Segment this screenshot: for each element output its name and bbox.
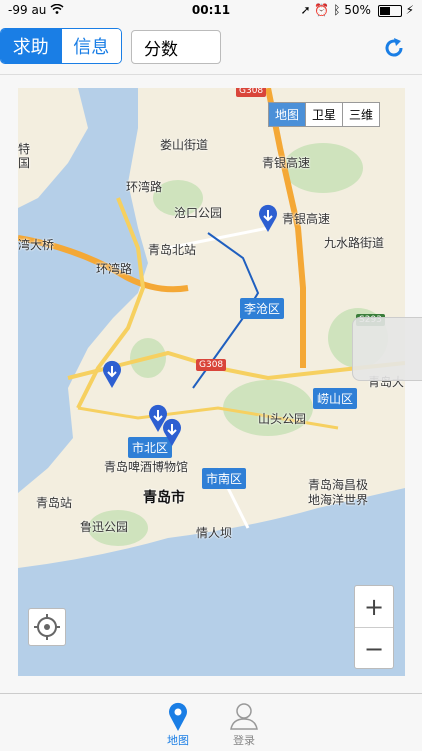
map-label: 国 bbox=[18, 156, 31, 170]
status-bar: -99 au 00:11 ➚ ⏰ ᛒ 50% ⚡ bbox=[0, 0, 422, 22]
locate-button[interactable] bbox=[28, 608, 66, 646]
battery-fill bbox=[379, 6, 390, 15]
map-type-map[interactable]: 地图 bbox=[269, 103, 306, 126]
map-label: 情人坝 bbox=[196, 526, 233, 540]
user-icon bbox=[214, 700, 274, 732]
map-type-switcher: 地图 卫星 三维 bbox=[268, 102, 381, 127]
district-label: 李沧区 bbox=[240, 298, 285, 319]
zoom-out-button[interactable]: − bbox=[355, 628, 393, 669]
map-label: 娄山街道 bbox=[160, 138, 209, 152]
district-label: 市南区 bbox=[202, 468, 247, 489]
refresh-icon[interactable] bbox=[382, 36, 406, 60]
map-pin-icon bbox=[148, 700, 208, 732]
map-label: 地海洋世界 bbox=[308, 493, 369, 507]
tab-login-label: 登录 bbox=[233, 734, 255, 747]
tab-bar: 地图 登录 bbox=[0, 693, 422, 751]
seg-help[interactable]: 求助 bbox=[1, 29, 61, 63]
seg-info[interactable]: 信息 bbox=[60, 29, 121, 63]
map-type-3d[interactable]: 三维 bbox=[342, 103, 379, 126]
charging-icon: ⚡ bbox=[405, 3, 414, 17]
location-arrow-icon: ➚ bbox=[300, 3, 311, 17]
nav-bar: 求助 信息 分数 bbox=[0, 22, 422, 75]
zoom-control: + − bbox=[354, 585, 394, 669]
score-button[interactable]: 分数 bbox=[131, 30, 221, 64]
map-label: 青岛北站 bbox=[148, 243, 197, 257]
map-label: 山头公园 bbox=[258, 412, 307, 426]
map-label: 环湾路 bbox=[96, 262, 133, 276]
map-canvas bbox=[18, 88, 405, 676]
side-drawer-handle[interactable] bbox=[352, 317, 422, 381]
map-label: 青银高速 bbox=[282, 212, 331, 226]
map-label: 青岛站 bbox=[36, 496, 73, 510]
mode-segmented-control: 求助 信息 bbox=[0, 28, 122, 64]
map-label: 沧口公园 bbox=[174, 206, 223, 220]
map-label: 鲁迅公园 bbox=[80, 520, 129, 534]
map-label-city: 青岛市 bbox=[143, 490, 185, 506]
tab-login[interactable]: 登录 bbox=[214, 700, 274, 748]
status-right: ➚ ⏰ ᛒ 50% ⚡ bbox=[301, 3, 414, 17]
map-label: 青岛啤酒博物馆 bbox=[104, 460, 189, 474]
tab-map[interactable]: 地图 bbox=[148, 700, 208, 748]
map-label: 湾大桥 bbox=[18, 238, 55, 252]
bluetooth-icon: ᛒ bbox=[333, 3, 341, 17]
road-tag: G308 bbox=[236, 88, 267, 97]
road-tag: G308 bbox=[196, 359, 227, 371]
tab-map-label: 地图 bbox=[167, 734, 189, 747]
map-label: 九水路街道 bbox=[324, 236, 385, 250]
battery-icon bbox=[377, 4, 402, 17]
map-label: 环湾路 bbox=[126, 180, 163, 194]
alarm-icon: ⏰ bbox=[314, 3, 330, 17]
map-view[interactable]: 地图 卫星 三维 娄山街道 沧口公园 青岛北站 九水路街道 青岛大 山头公园 青… bbox=[18, 88, 405, 676]
locate-icon bbox=[34, 614, 60, 640]
district-label: 崂山区 bbox=[313, 388, 358, 409]
map-type-satellite[interactable]: 卫星 bbox=[305, 103, 342, 126]
zoom-in-button[interactable]: + bbox=[355, 586, 393, 628]
map-label: 青银高速 bbox=[262, 156, 311, 170]
battery-percent: 50% bbox=[344, 3, 371, 17]
